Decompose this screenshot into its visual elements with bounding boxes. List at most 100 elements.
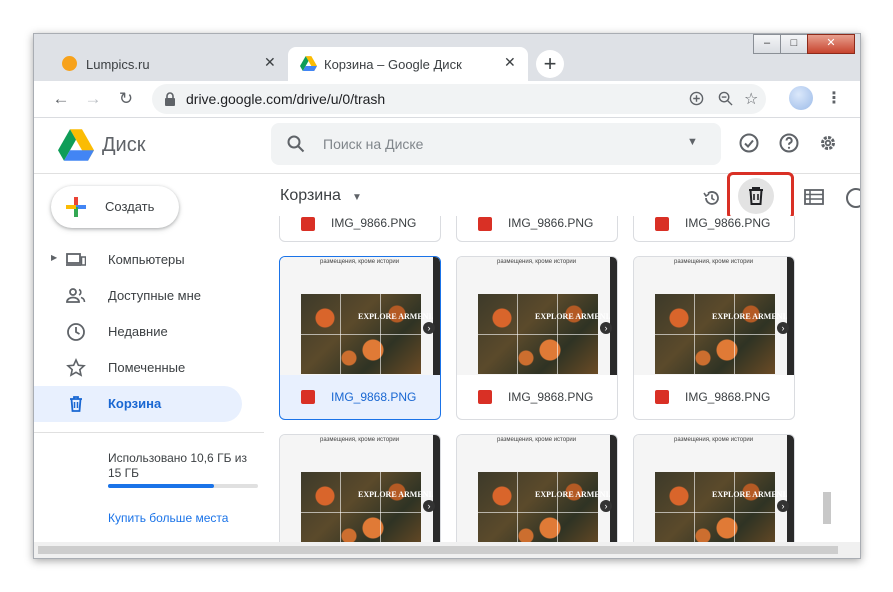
offline-check-icon[interactable] xyxy=(737,131,761,155)
file-card[interactable]: IMG_9866.PNG xyxy=(456,216,618,242)
file-thumbnail: размещения, кроме истории EXPLORE ARMENI… xyxy=(634,257,794,375)
search-options-icon[interactable]: ▼ xyxy=(687,136,698,148)
new-tab-button[interactable]: + xyxy=(536,50,564,78)
thumbnail-grid xyxy=(655,472,775,542)
browser-toolbar: ← → ↻ drive.google.com/drive/u/0/trash ☆… xyxy=(34,81,860,118)
file-card[interactable]: размещения, кроме истории EXPLORE ARMENI… xyxy=(279,434,441,542)
storage-text: Использовано 10,6 ГБ из 15 ГБ xyxy=(108,451,247,480)
vertical-scrollbar-thumb[interactable] xyxy=(823,492,831,524)
thumbnail-caption: размещения, кроме истории xyxy=(497,437,577,443)
file-card[interactable]: IMG_9866.PNG xyxy=(279,216,441,242)
chevron-right-icon: › xyxy=(777,322,789,334)
tab-drive-trash[interactable]: Корзина – Google Диск ✕ xyxy=(288,47,528,81)
restore-history-icon[interactable] xyxy=(702,188,722,208)
tab-lumpics[interactable]: Lumpics.ru ✕ xyxy=(48,47,288,81)
create-button[interactable]: Создать xyxy=(51,186,179,228)
tab-strip: Lumpics.ru ✕ Корзина – Google Диск ✕ + –… xyxy=(34,34,860,81)
thumbnail-sidebar xyxy=(433,257,440,375)
buy-storage-link[interactable]: Купить больше места xyxy=(108,511,228,525)
file-name: IMG_9866.PNG xyxy=(508,216,594,230)
back-arrow-icon[interactable]: ← xyxy=(50,89,72,109)
trash-icon xyxy=(749,187,763,205)
forward-arrow-icon[interactable]: → xyxy=(82,89,104,109)
image-file-icon xyxy=(478,390,492,404)
chevron-down-icon[interactable]: ▼ xyxy=(352,192,362,203)
file-thumbnail: размещения, кроме истории EXPLORE ARMENI… xyxy=(634,435,794,542)
file-thumbnail: размещения, кроме истории EXPLORE ARMENI… xyxy=(280,435,440,542)
file-thumbnail: размещения, кроме истории EXPLORE ARMENI… xyxy=(457,257,617,375)
expand-arrow-icon[interactable]: ▶ xyxy=(51,253,57,262)
add-circle-icon[interactable] xyxy=(689,91,704,106)
sidebar-item-recent[interactable]: Недавние xyxy=(34,314,242,350)
search-input[interactable]: Поиск на Диске xyxy=(323,136,423,152)
thumbnail-title: EXPLORE ARMENIA xyxy=(535,312,615,321)
file-card[interactable]: размещения, кроме истории EXPLORE ARMENI… xyxy=(633,434,795,542)
file-card-selected[interactable]: размещения, кроме истории EXPLORE ARMENI… xyxy=(279,256,441,420)
list-view-icon[interactable] xyxy=(804,188,824,206)
sidebar-item-label: Помеченные xyxy=(108,360,186,375)
thumbnail-caption: размещения, кроме истории xyxy=(674,259,754,265)
gear-icon[interactable] xyxy=(816,131,840,155)
profile-avatar[interactable] xyxy=(789,86,813,110)
tab-title: Lumpics.ru xyxy=(86,57,150,72)
details-info-icon[interactable] xyxy=(846,188,860,208)
clock-icon xyxy=(67,323,85,341)
thumbnail-grid xyxy=(478,472,598,542)
thumbnail-caption: размещения, кроме истории xyxy=(320,437,400,443)
storage-divider xyxy=(34,432,264,433)
tab-title: Корзина – Google Диск xyxy=(324,57,462,72)
menu-kebab-icon[interactable]: ⋮ xyxy=(826,88,842,108)
thumbnail-caption: размещения, кроме истории xyxy=(320,259,400,265)
window-controls: – □ ✕ xyxy=(753,34,855,54)
file-card[interactable]: размещения, кроме истории EXPLORE ARMENI… xyxy=(456,256,618,420)
file-name: IMG_9868.PNG xyxy=(508,390,594,404)
sidebar-item-label: Компьютеры xyxy=(108,252,185,267)
breadcrumb[interactable]: Корзина xyxy=(280,187,341,205)
file-card[interactable]: IMG_9866.PNG xyxy=(633,216,795,242)
computer-icon xyxy=(66,253,86,266)
zoom-icon[interactable] xyxy=(718,91,733,106)
file-name: IMG_9866.PNG xyxy=(331,216,417,230)
drive-favicon-icon xyxy=(300,56,317,71)
chevron-right-icon: › xyxy=(777,500,789,512)
create-label: Создать xyxy=(105,199,155,214)
file-thumbnail: размещения, кроме истории EXPLORE ARMENI… xyxy=(457,435,617,542)
file-name: IMG_9868.PNG xyxy=(685,390,771,404)
star-bookmark-icon[interactable]: ☆ xyxy=(744,89,758,109)
thumbnail-sidebar xyxy=(433,435,440,542)
drive-app-name[interactable]: Диск xyxy=(102,134,145,157)
thumbnail-sidebar xyxy=(610,257,617,375)
delete-forever-button[interactable] xyxy=(738,178,774,214)
chevron-right-icon: › xyxy=(423,500,435,512)
search-icon[interactable] xyxy=(287,135,305,153)
chevron-right-icon: › xyxy=(423,322,435,334)
lock-icon xyxy=(165,92,175,106)
sidebar-item-starred[interactable]: Помеченные xyxy=(34,350,242,386)
horizontal-scrollbar[interactable] xyxy=(34,542,860,558)
thumbnail-grid xyxy=(655,294,775,374)
tab-close-icon[interactable]: ✕ xyxy=(264,54,276,71)
tab-close-icon[interactable]: ✕ xyxy=(504,54,516,71)
maximize-button[interactable]: □ xyxy=(780,34,808,54)
image-file-icon xyxy=(478,217,492,231)
drive-search-box[interactable]: Поиск на Диске ▼ xyxy=(271,123,721,165)
horizontal-scrollbar-thumb[interactable] xyxy=(38,546,838,554)
sidebar-item-computers[interactable]: ▶ Компьютеры xyxy=(34,242,242,278)
close-window-button[interactable]: ✕ xyxy=(807,34,855,54)
browser-window: Lumpics.ru ✕ Корзина – Google Диск ✕ + –… xyxy=(33,33,861,559)
minimize-button[interactable]: – xyxy=(753,34,781,54)
drive-logo-icon[interactable] xyxy=(58,129,94,161)
reload-icon[interactable]: ↻ xyxy=(115,89,137,109)
file-card[interactable]: размещения, кроме истории EXPLORE ARMENI… xyxy=(456,434,618,542)
file-card[interactable]: размещения, кроме истории EXPLORE ARMENI… xyxy=(633,256,795,420)
thumbnail-title: EXPLORE ARMENIA xyxy=(712,490,792,499)
sidebar-item-trash[interactable]: Корзина xyxy=(34,386,242,422)
drive-header: Диск Поиск на Диске ▼ xyxy=(34,118,860,174)
file-grid: IMG_9866.PNG IMG_9866.PNG IMG_9866.PNG р… xyxy=(279,216,839,542)
address-bar[interactable]: drive.google.com/drive/u/0/trash ☆ xyxy=(152,84,766,114)
thumbnail-sidebar xyxy=(610,435,617,542)
help-icon[interactable] xyxy=(777,131,801,155)
sidebar-item-shared[interactable]: Доступные мне xyxy=(34,278,242,314)
drive-page: Диск Поиск на Диске ▼ Создать ▶ Компьюте… xyxy=(34,118,860,542)
image-file-icon xyxy=(655,217,669,231)
